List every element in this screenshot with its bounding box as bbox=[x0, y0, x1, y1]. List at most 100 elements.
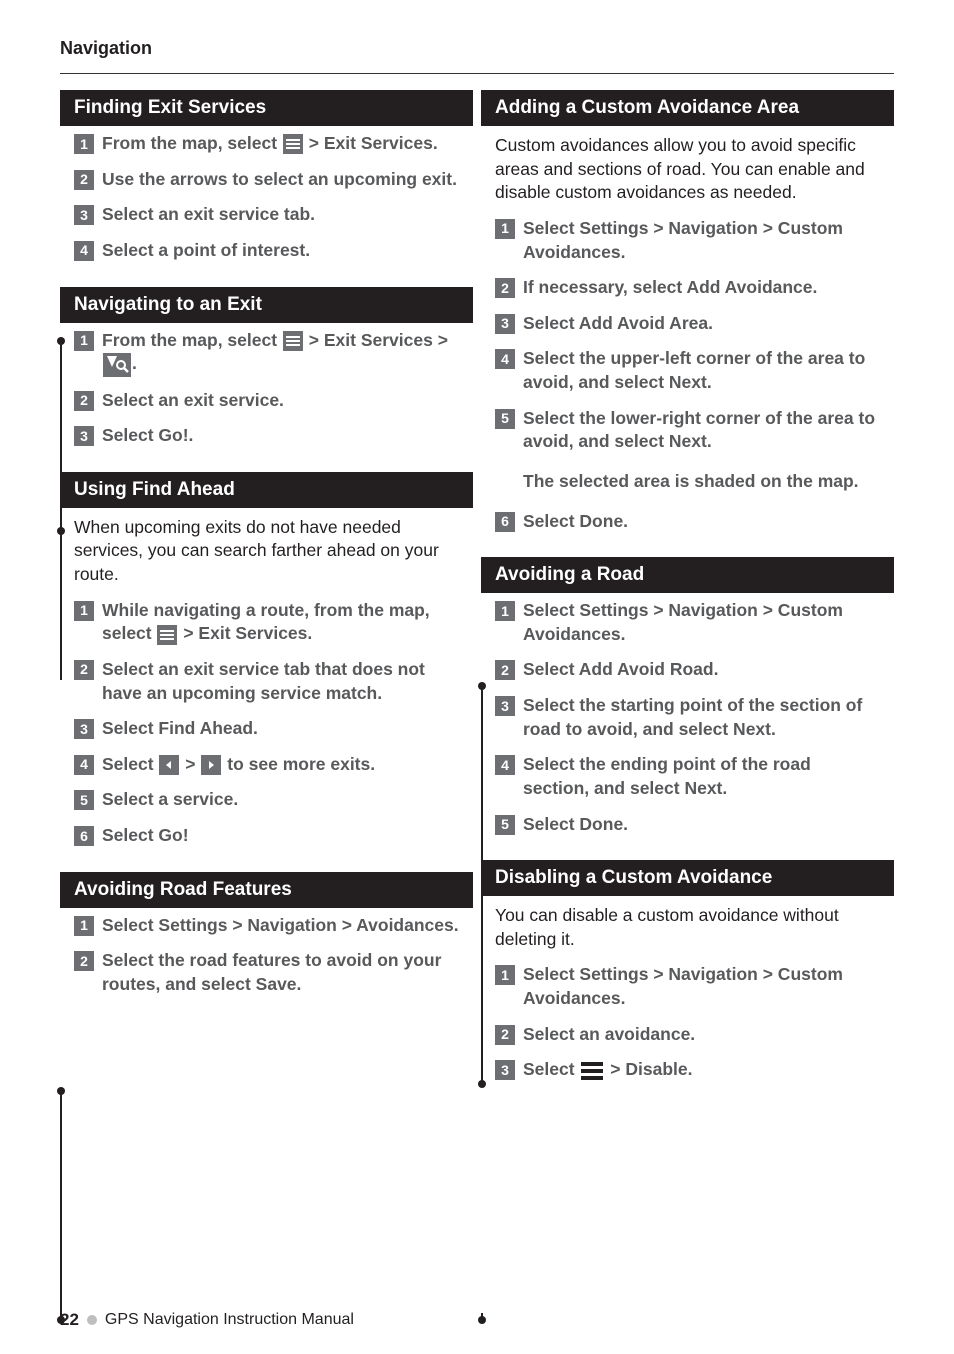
step-text: Select the road features to avoid on you… bbox=[102, 949, 459, 996]
step-number: 2 bbox=[495, 1025, 515, 1045]
footer-dot-icon bbox=[87, 1315, 97, 1325]
step: 2 Select an exit service. bbox=[60, 383, 473, 419]
step: 3 Select the starting point of the secti… bbox=[481, 688, 894, 747]
divider bbox=[60, 73, 894, 74]
card-title: Adding a Custom Avoidance Area bbox=[481, 90, 894, 126]
connector-line bbox=[60, 1090, 62, 1321]
step-number: 1 bbox=[495, 965, 515, 985]
step-text: From the map, select bbox=[102, 133, 282, 153]
card-title: Disabling a Custom Avoidance bbox=[481, 860, 894, 896]
step-number: 4 bbox=[74, 755, 94, 775]
step: 1 From the map, select > Exit Services >… bbox=[60, 323, 473, 383]
step: 4 Select the ending point of the road se… bbox=[481, 747, 894, 806]
step: 3 Select an exit service tab. bbox=[60, 197, 473, 233]
step: 2 Select an avoidance. bbox=[481, 1017, 894, 1053]
card-navigating-to-exit: Navigating to an Exit 1 From the map, se… bbox=[60, 287, 473, 462]
step-number: 4 bbox=[495, 755, 515, 775]
step: 1 Select Settings > Navigation > Custom … bbox=[481, 211, 894, 270]
step-text: Select Go! bbox=[102, 824, 459, 848]
step-number: 3 bbox=[495, 696, 515, 716]
card-title: Finding Exit Services bbox=[60, 90, 473, 126]
step-text: > Exit Services. bbox=[304, 133, 438, 153]
step-text: Select a point of interest. bbox=[102, 239, 459, 263]
step-number: 3 bbox=[74, 205, 94, 225]
step-number: 1 bbox=[74, 916, 94, 936]
card-using-find-ahead: Using Find Ahead When upcoming exits do … bbox=[60, 472, 473, 862]
step: 5 Select the lower-right corner of the a… bbox=[481, 401, 894, 460]
step-text: Select the upper-left corner of the area… bbox=[523, 347, 880, 394]
step: 2 Use the arrows to select an upcoming e… bbox=[60, 162, 473, 198]
step-number: 3 bbox=[495, 1060, 515, 1080]
step: 6 Select Done. bbox=[481, 504, 894, 548]
step-text: Select Settings > Navigation > Custom Av… bbox=[523, 963, 880, 1010]
card-intro: Custom avoidances allow you to avoid spe… bbox=[481, 126, 894, 211]
connector-line bbox=[481, 1313, 483, 1321]
step: 6 Select Go! bbox=[60, 818, 473, 862]
step-text: Select the starting point of the section… bbox=[523, 694, 880, 741]
step-text: Select an exit service tab. bbox=[102, 203, 459, 227]
step: 4 Select > to see more exits. bbox=[60, 747, 473, 783]
page-footer: 22 GPS Navigation Instruction Manual bbox=[60, 1310, 354, 1330]
page-number: 22 bbox=[60, 1310, 79, 1330]
step: 4 Select a point of interest. bbox=[60, 233, 473, 277]
card-title: Avoiding a Road bbox=[481, 557, 894, 593]
card-avoiding-a-road: Avoiding a Road 1 Select Settings > Navi… bbox=[481, 557, 894, 850]
step: 3 Select Go!. bbox=[60, 418, 473, 462]
step-text: > bbox=[180, 754, 200, 774]
arrow-left-icon bbox=[159, 755, 179, 775]
step-number: 5 bbox=[495, 409, 515, 429]
card-avoiding-road-features: Avoiding Road Features 1 Select Settings… bbox=[60, 872, 473, 1021]
step-number: 2 bbox=[495, 660, 515, 680]
card-disabling-custom-avoidance: Disabling a Custom Avoidance You can dis… bbox=[481, 860, 894, 1088]
step: 3 Select > Disable. bbox=[481, 1052, 894, 1088]
step-text: > Exit Services > bbox=[304, 330, 448, 350]
step-number: 3 bbox=[495, 314, 515, 334]
step-result: The selected area is shaded on the map. bbox=[481, 460, 894, 504]
step: 5 Select a service. bbox=[60, 782, 473, 818]
step-number: 1 bbox=[74, 331, 94, 351]
step-number: 2 bbox=[74, 951, 94, 971]
card-title: Using Find Ahead bbox=[60, 472, 473, 508]
step: 5 Select Done. bbox=[481, 807, 894, 851]
card-intro: You can disable a custom avoidance witho… bbox=[481, 896, 894, 957]
card-title: Avoiding Road Features bbox=[60, 872, 473, 908]
card-adding-custom-avoidance-area: Adding a Custom Avoidance Area Custom av… bbox=[481, 90, 894, 547]
step-text: > Exit Services. bbox=[178, 623, 312, 643]
step: 2 If necessary, select Add Avoidance. bbox=[481, 270, 894, 306]
step: 4 Select the upper-left corner of the ar… bbox=[481, 341, 894, 400]
menu-icon bbox=[157, 625, 177, 645]
step-text: Select the ending point of the road sect… bbox=[523, 753, 880, 800]
step-text: Select an exit service tab that does not… bbox=[102, 658, 459, 705]
step: 1 While navigating a route, from the map… bbox=[60, 593, 473, 652]
step-text: Use the arrows to select an upcoming exi… bbox=[102, 168, 459, 192]
step: 1 Select Settings > Navigation > Custom … bbox=[481, 957, 894, 1016]
step-number: 2 bbox=[74, 170, 94, 190]
step-text: Select Settings > Navigation > Custom Av… bbox=[523, 599, 880, 646]
step-number: 5 bbox=[495, 815, 515, 835]
step: 1 Select Settings > Navigation > Avoidan… bbox=[60, 908, 473, 944]
step: 2 Select Add Avoid Road. bbox=[481, 652, 894, 688]
step-number: 2 bbox=[495, 278, 515, 298]
step: 2 Select the road features to avoid on y… bbox=[60, 943, 473, 1020]
step: 1 From the map, select > Exit Services. bbox=[60, 126, 473, 162]
step-text: Select Settings > Navigation > Avoidance… bbox=[102, 914, 459, 938]
step: 3 Select Add Avoid Area. bbox=[481, 306, 894, 342]
step-text: . bbox=[132, 353, 137, 373]
step-text: Select the lower-right corner of the are… bbox=[523, 407, 880, 454]
step-text: Select an avoidance. bbox=[523, 1023, 880, 1047]
step-text: Select an exit service. bbox=[102, 389, 459, 413]
step-number: 6 bbox=[495, 512, 515, 532]
card-title: Navigating to an Exit bbox=[60, 287, 473, 323]
step-text: Select Add Avoid Area. bbox=[523, 312, 880, 336]
step: 1 Select Settings > Navigation > Custom … bbox=[481, 593, 894, 652]
step-text: Select Settings > Navigation > Custom Av… bbox=[523, 217, 880, 264]
step-number: 3 bbox=[74, 426, 94, 446]
step-number: 3 bbox=[74, 719, 94, 739]
step-text: Select bbox=[102, 754, 158, 774]
step-text: Select Add Avoid Road. bbox=[523, 658, 880, 682]
step-number: 1 bbox=[495, 219, 515, 239]
step-text: Select Done. bbox=[523, 813, 880, 837]
menu-icon bbox=[283, 331, 303, 351]
menu-icon bbox=[581, 1062, 603, 1080]
step-text: Select Done. bbox=[523, 510, 880, 534]
